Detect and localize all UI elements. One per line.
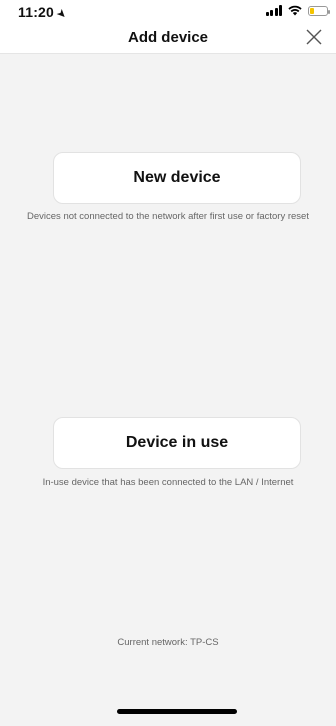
device-in-use-button[interactable]: Device in use xyxy=(53,417,301,469)
battery-level xyxy=(310,7,314,14)
signal-icon xyxy=(265,5,282,16)
current-network-value: TP-CS xyxy=(190,637,219,648)
status-icons xyxy=(265,5,330,16)
add-device-screen: 11:20➤ Add device New device Devices not… xyxy=(0,0,336,726)
wifi-icon xyxy=(288,5,302,16)
new-device-description: Devices not connected to the network aft… xyxy=(27,211,309,222)
current-network: Current network: TP-CS xyxy=(0,637,336,648)
location-arrow-icon: ➤ xyxy=(54,7,69,22)
status-bar: 11:20➤ xyxy=(0,0,336,22)
new-device-button[interactable]: New device xyxy=(53,152,301,204)
device-in-use-description: In-use device that has been connected to… xyxy=(42,477,294,488)
new-device-label: New device xyxy=(133,169,221,186)
home-indicator[interactable] xyxy=(117,709,237,714)
status-time: 11:20➤ xyxy=(18,4,69,22)
nav-bar: Add device xyxy=(0,22,336,54)
time-text: 11:20 xyxy=(18,4,55,20)
battery-icon xyxy=(308,5,330,16)
device-in-use-label: Device in use xyxy=(125,434,229,451)
close-icon xyxy=(306,29,322,45)
page-title: Add device xyxy=(127,29,209,46)
close-button[interactable] xyxy=(302,25,326,49)
current-network-label: Current network: xyxy=(117,637,188,648)
